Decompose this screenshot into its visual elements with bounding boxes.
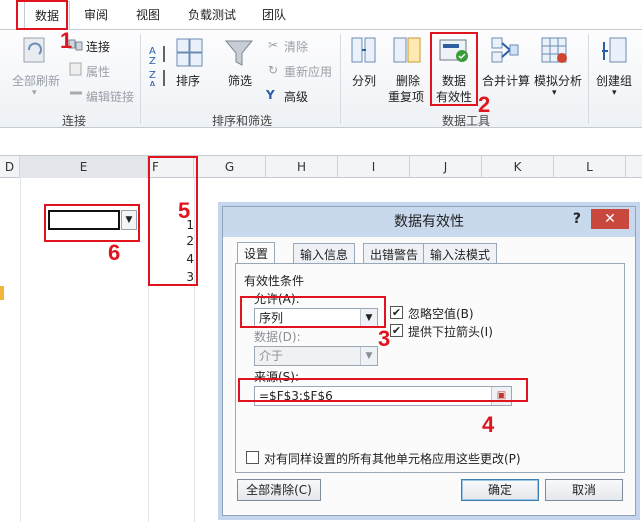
group-button[interactable]: 创建组 — [596, 72, 632, 89]
svg-text:Z: Z — [149, 56, 156, 67]
connections-button[interactable]: 连接 — [86, 38, 110, 55]
refresh-all-button[interactable]: 全部刷新 — [12, 72, 60, 89]
clear-all-button[interactable]: 全部清除(C) — [237, 479, 321, 501]
tab-error-alert[interactable]: 出错警告 — [363, 243, 426, 263]
group-label-connections: 连接 — [62, 114, 87, 128]
text-to-columns-button[interactable]: 分列 — [352, 72, 376, 89]
annotation-box — [430, 32, 478, 106]
group-separator — [140, 34, 141, 124]
svg-text:A: A — [149, 80, 156, 86]
column-header-k[interactable]: K — [482, 156, 554, 178]
group-label-sort-filter: 排序和筛选 — [212, 114, 273, 128]
refresh-all-icon — [23, 37, 45, 63]
sort-az-icon: A Z Z A — [149, 46, 165, 86]
text-to-columns-icon — [351, 37, 376, 63]
annotation-box — [148, 156, 198, 286]
consolidate-icon — [491, 37, 519, 63]
annotation-box — [238, 378, 528, 402]
ignore-blank-label: 忽略空值(B) — [408, 307, 474, 321]
column-header-h[interactable]: H — [266, 156, 338, 178]
remove-duplicates-label-2[interactable]: 重复项 — [388, 88, 424, 105]
tab-input-message[interactable]: 输入信息 — [293, 243, 356, 263]
filter-icon — [224, 40, 254, 66]
annotation-box — [44, 204, 140, 242]
chevron-down-icon: ▾ — [612, 88, 617, 98]
column-header-l[interactable]: L — [554, 156, 626, 178]
tab-load-test[interactable]: 负载测试 — [188, 6, 236, 23]
edit-links-button[interactable]: 编辑链接 — [86, 88, 134, 105]
row-marker — [0, 286, 4, 300]
tab-team[interactable]: 团队 — [262, 6, 286, 23]
close-icon[interactable]: ✕ — [591, 209, 629, 229]
what-if-analysis-icon — [541, 37, 567, 63]
chevron-down-icon: ▼ — [360, 347, 377, 365]
clear-button[interactable]: 清除 — [284, 38, 308, 55]
remove-duplicates-label-1[interactable]: 删除 — [396, 72, 420, 89]
apply-all-label: 对有同样设置的所有其他单元格应用这些更改(P) — [264, 452, 521, 466]
annotation-number-2: 2 — [478, 92, 491, 117]
tab-view[interactable]: 视图 — [136, 6, 160, 23]
annotation-number-1: 1 — [60, 28, 73, 53]
group-separator — [588, 34, 589, 124]
chevron-down-icon: ▾ — [32, 88, 37, 98]
sort-icon — [176, 38, 203, 67]
ignore-blank-checkbox[interactable]: ✔ — [390, 306, 403, 319]
column-header-g[interactable]: G — [194, 156, 266, 178]
data-label: 数据(D): — [254, 330, 301, 344]
annotation-box — [240, 296, 386, 328]
reapply-button[interactable]: 重新应用 — [284, 63, 332, 80]
properties-icon — [69, 62, 82, 76]
data-select: 介于 ▼ — [254, 346, 378, 366]
in-cell-dropdown-label: 提供下拉箭头(I) — [408, 325, 493, 339]
tab-ime-mode[interactable]: 输入法模式 — [423, 243, 498, 263]
annotation-number-4: 4 — [482, 412, 495, 437]
column-header-i[interactable]: I — [338, 156, 410, 178]
ribbon: 全部刷新 ▾ 连接 属性 编辑链接 连接 A Z Z A 排序 筛选 ✂ 清除 … — [0, 30, 642, 128]
tab-review[interactable]: 审阅 — [84, 6, 108, 23]
clear-icon: ✂ — [268, 38, 279, 52]
edit-links-icon — [70, 91, 82, 95]
filter-button[interactable]: 筛选 — [228, 72, 252, 89]
annotation-number-5: 5 — [178, 198, 191, 223]
properties-button[interactable]: 属性 — [86, 63, 110, 80]
data-select-value: 介于 — [259, 349, 284, 363]
reapply-icon: ↻ — [268, 63, 279, 77]
settings-panel: 有效性条件 允许(A): 序列 ▼ ✔ 忽略空值(B) ✔ 提供下拉箭头(I) … — [235, 263, 625, 473]
consolidate-button[interactable]: 合并计算 — [482, 72, 530, 89]
column-headers: D E F G H I J K L — [0, 156, 642, 178]
column-header-d[interactable]: D — [0, 156, 20, 178]
criteria-label: 有效性条件 — [244, 274, 305, 288]
ok-button[interactable]: 确定 — [461, 479, 539, 501]
group-separator — [340, 34, 341, 124]
formula-bar[interactable] — [0, 128, 642, 156]
grid-line — [20, 178, 21, 522]
apply-all-checkbox[interactable] — [246, 451, 259, 464]
sort-button[interactable]: 排序 — [176, 72, 200, 89]
remove-duplicates-icon — [393, 37, 421, 63]
ribbon-tab-bar: 数据 审阅 视图 负载测试 团队 — [0, 0, 642, 30]
advanced-icon: Y — [266, 88, 275, 102]
column-header-e[interactable]: E — [20, 156, 148, 178]
annotation-number-6: 6 — [108, 240, 121, 265]
annotation-number-3: 3 — [378, 326, 391, 351]
advanced-button[interactable]: 高级 — [284, 88, 308, 105]
help-icon[interactable]: ? — [573, 211, 581, 227]
column-header-j[interactable]: J — [410, 156, 482, 178]
data-validation-dialog: 数据有效性 ? ✕ 设置 输入信息 出错警告 输入法模式 有效性条件 允许(A)… — [222, 206, 636, 516]
tab-settings[interactable]: 设置 — [237, 242, 276, 264]
chevron-down-icon: ▾ — [552, 88, 557, 98]
annotation-box — [16, 0, 68, 30]
in-cell-dropdown-checkbox[interactable]: ✔ — [390, 324, 403, 337]
what-if-analysis-button[interactable]: 模拟分析 — [534, 72, 582, 89]
group-icon — [602, 37, 627, 63]
cancel-button[interactable]: 取消 — [545, 479, 623, 501]
